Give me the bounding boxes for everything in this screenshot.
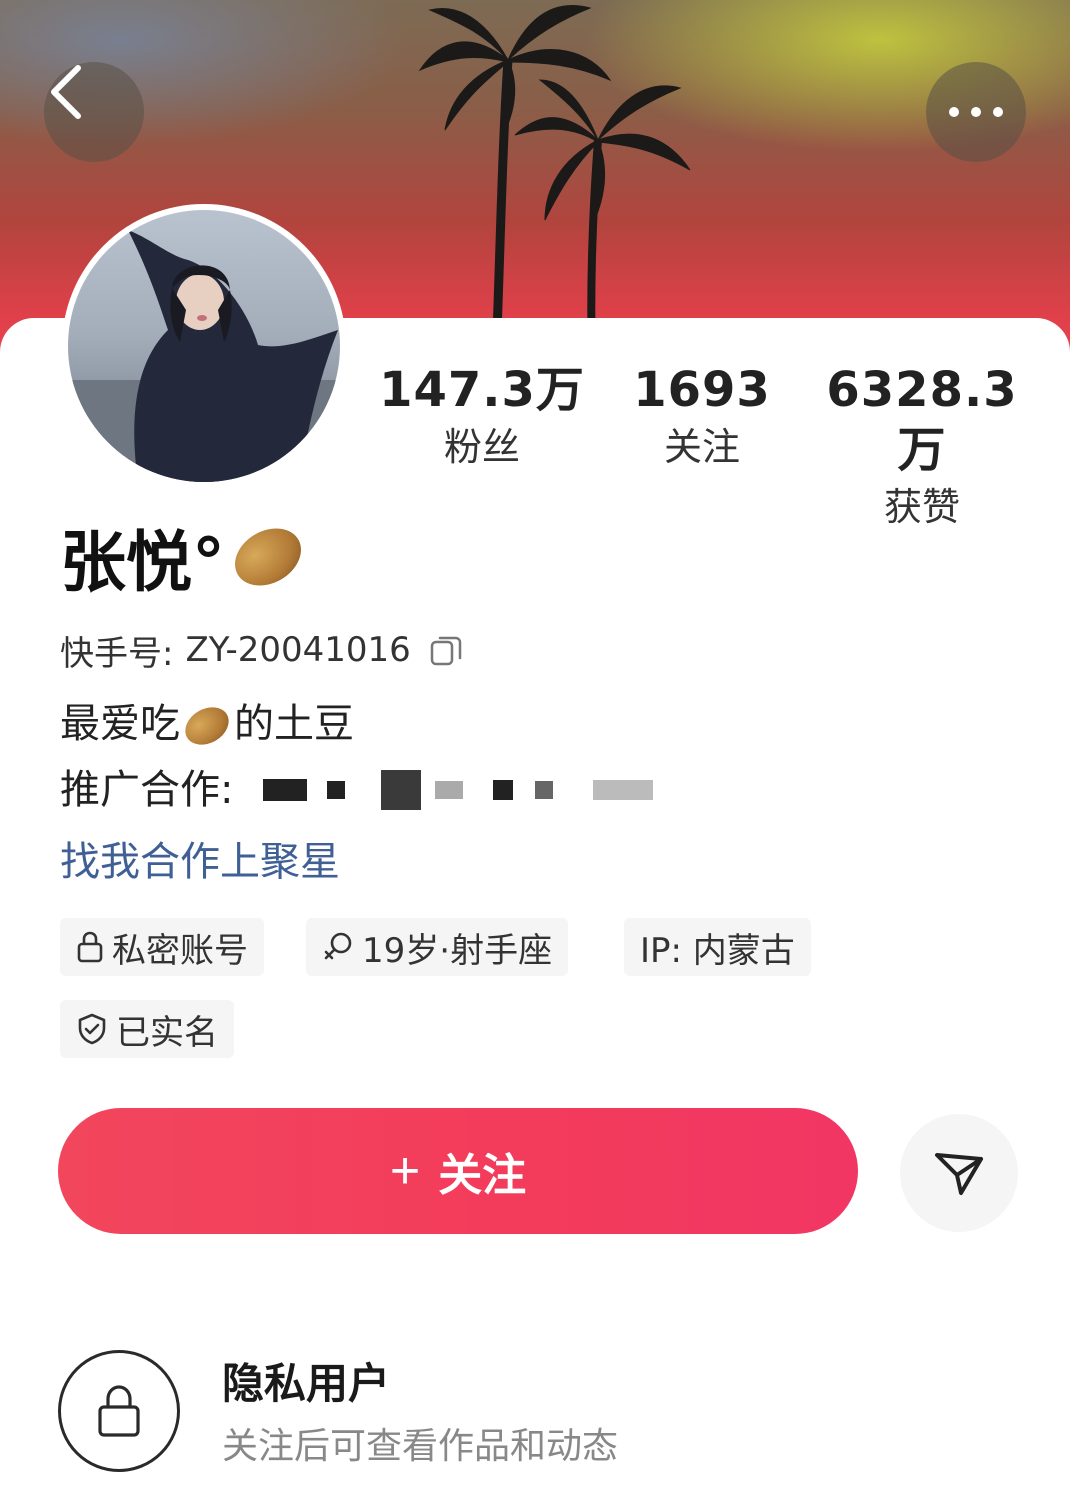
bio: 最爱吃 的土豆 (60, 696, 354, 753)
username: 张悦° (60, 524, 225, 601)
promo-label: 推广合作: (60, 767, 234, 813)
share-button[interactable] (900, 1114, 1018, 1232)
gender-female-icon (324, 932, 352, 960)
tag-verified-label: 已实名 (116, 1012, 218, 1053)
potato-emoji-icon (224, 516, 312, 598)
private-lock-badge (58, 1350, 180, 1472)
copy-icon[interactable] (429, 633, 463, 667)
shield-check-icon (78, 1013, 106, 1045)
private-title: 隐私用户 (222, 1359, 391, 1408)
fans-count: 147.3万 (379, 362, 585, 418)
tag-private-label: 私密账号 (112, 930, 248, 971)
stat-likes[interactable]: 6328.3万 获赞 (812, 360, 1032, 532)
private-user-notice: 隐私用户 关注后可查看作品和动态 (58, 1350, 1018, 1480)
tag-ip-label: IP: 内蒙古 (640, 930, 795, 971)
follow-label: 关注 (438, 1151, 527, 1200)
likes-label: 获赞 (883, 485, 960, 529)
lock-icon (77, 931, 103, 963)
tag-private-account: 私密账号 (60, 918, 264, 976)
back-button[interactable] (44, 62, 144, 162)
likes-count: 6328.3万 (826, 362, 1018, 478)
following-label: 关注 (663, 425, 740, 469)
cooperation-link[interactable]: 找我合作上聚星 (60, 834, 340, 890)
stats-row: 147.3万 粉丝 1693 关注 6328.3万 获赞 (0, 360, 1070, 529)
kuaishou-id-row: 快手号: ZY-20041016 (60, 626, 463, 674)
chevron-left-icon (51, 65, 81, 119)
more-horizontal-icon (949, 107, 1003, 117)
stat-following[interactable]: 1693 关注 (592, 360, 812, 472)
bio-text-start: 最爱吃 (60, 701, 180, 747)
kuaishou-id-value: ZY-20041016 (185, 630, 411, 670)
follow-button[interactable]: + 关注 (58, 1108, 858, 1234)
tag-age-label: 19岁·射手座 (362, 930, 553, 971)
tag-ip-location: IP: 内蒙古 (624, 918, 811, 976)
plus-icon: + (389, 1142, 421, 1200)
following-count: 1693 (633, 362, 771, 418)
send-icon (935, 1153, 983, 1195)
tag-verified: 已实名 (60, 1000, 234, 1058)
tag-age-zodiac: 19岁·射手座 (306, 918, 569, 976)
username-row: 张悦° (60, 512, 312, 602)
private-description: 关注后可查看作品和动态 (222, 1426, 619, 1467)
fans-label: 粉丝 (443, 425, 520, 469)
bio-text-end: 的土豆 (234, 701, 354, 747)
lock-icon (98, 1385, 140, 1437)
more-options-button[interactable] (926, 62, 1026, 162)
promo-row: 推广合作: (60, 762, 654, 818)
kuaishou-id-label: 快手号: (60, 633, 174, 674)
stat-fans[interactable]: 147.3万 粉丝 (372, 360, 592, 472)
potato-emoji-icon (178, 699, 236, 753)
redacted-contact (263, 770, 654, 810)
